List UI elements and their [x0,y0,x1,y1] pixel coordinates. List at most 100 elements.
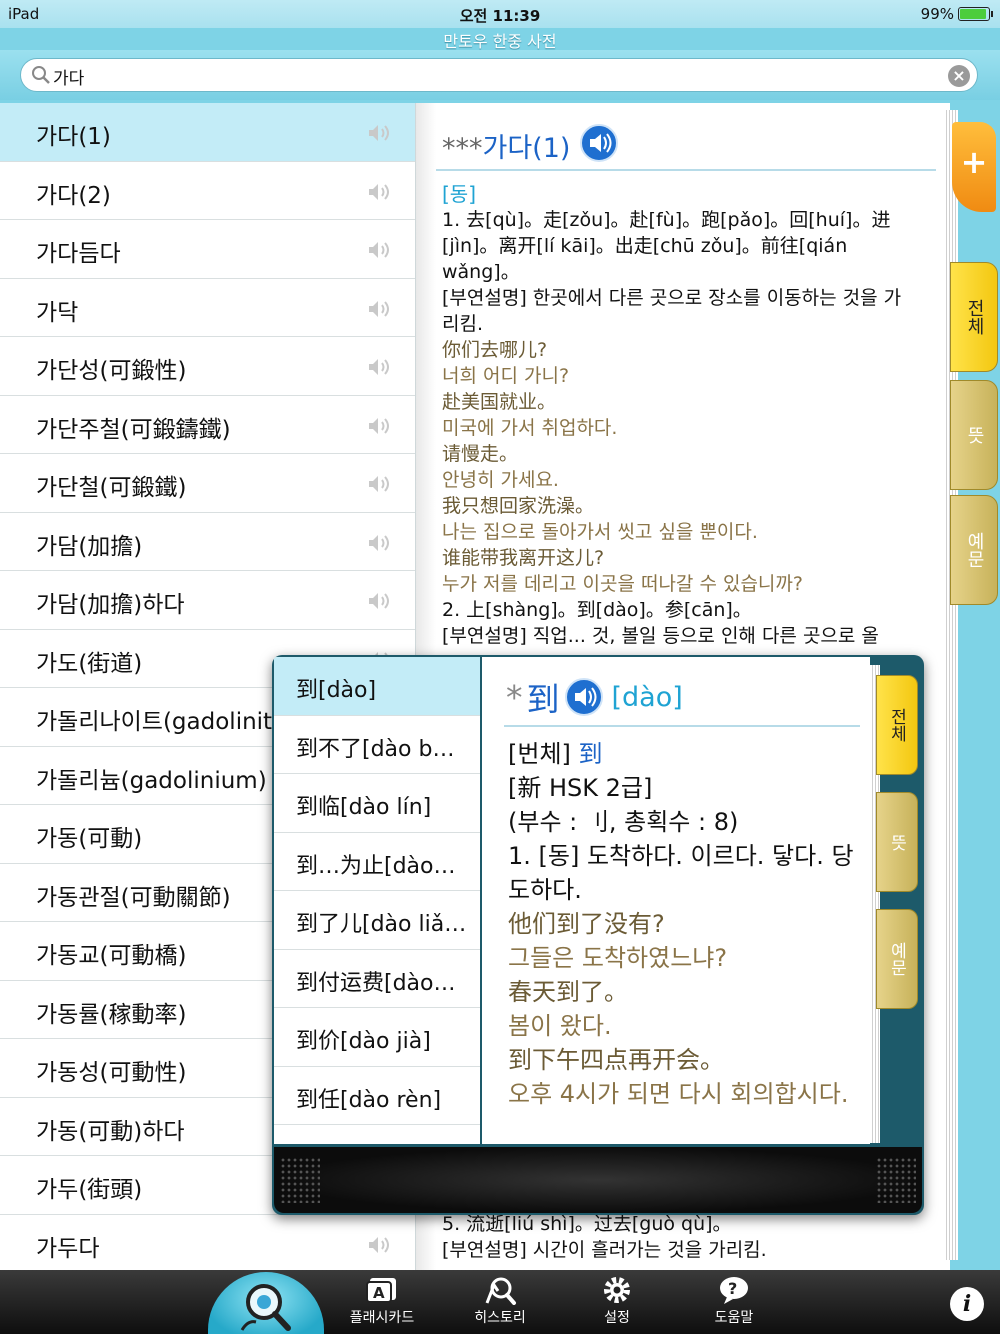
popup-word-label: 到任[dào rèn] [296,1087,442,1113]
word-list-item[interactable]: 가다(1) [0,103,415,162]
radical-info: (부수 : 刂, 총획수 : 8) [508,808,739,836]
usage-note-2: [부연설명] 직업... 것, 볼일 등으로 인해 다른 곳으로 올 [442,625,879,647]
word-list-item[interactable]: 가닥 [0,279,415,337]
popup-tab-all[interactable]: 전체 [876,675,918,775]
tab-search[interactable] [208,1272,324,1334]
speaker-icon[interactable] [367,357,393,377]
magnifier-icon [240,1284,291,1331]
word-label: 가담(加擔) [36,533,143,560]
word-list-item[interactable]: 가단철(可鍛鐵) [0,454,415,513]
svg-text:A: A [373,1284,385,1302]
definition-2: 2. 上[shàng]。到[dào]。参[cān]。 [442,599,752,621]
popup-list-item[interactable]: 到任[dào rèn] [274,1067,480,1125]
speaker-icon[interactable] [367,474,393,494]
example-list: 你们去哪儿? 너희 어디 가니? 赴美国就业。 미국에 가서 취업하다. 请慢走。 안녕히… [442,337,912,597]
word-label: 가단주철(可鍛鑄鐵) [36,416,231,443]
speaker-icon[interactable] [579,123,619,163]
definition-1: 1. 去[qù]。走[zǒu]。赴[fù]。跑[pǎo]。回[huí]。进[jì… [442,209,891,283]
popup-word-label: 到[dào] [296,678,377,703]
word-label: 가돌리나이트(gadolinite) [36,709,296,735]
popup-list-item[interactable]: 到付运费[dào… [274,950,480,1008]
speaker-grille [876,1157,916,1203]
history-icon [485,1277,516,1305]
speaker-icon[interactable] [367,1235,393,1255]
search-input[interactable] [53,63,933,89]
battery-percent: 99% [920,5,954,23]
word-label: 가두(街頭) [36,1177,143,1203]
popup-list-item[interactable]: 到[dào] [274,657,480,716]
popup-tab-meaning[interactable]: 뜻 [876,792,918,892]
word-list-item[interactable]: 가다(2) [0,162,415,220]
clear-search-icon[interactable]: × [948,65,970,87]
tab-history[interactable]: 히스토리 [455,1275,545,1327]
flashcard-icon: A [366,1278,396,1303]
hanzi-popup: 到[dào] 到不了[dào b… 到临[dào lín] 到…为止[dào… 到了儿[… [272,655,924,1215]
word-label: 가동성(可動性) [36,1060,187,1086]
help-icon: ? [720,1277,748,1304]
popup-word-label: 到了儿[dào liǎ… [296,912,467,937]
popup-word-label: 到不了[dào b… [296,736,455,762]
tab-settings[interactable]: 설정 [572,1275,662,1327]
traditional-form: [번체] 到 [508,740,603,768]
word-list-item[interactable]: 가담(加擔) [0,513,415,571]
speaker-icon[interactable] [564,677,604,717]
word-list-item[interactable]: 가다듬다 [0,220,415,279]
divider [436,169,936,171]
importance-stars: *** [442,133,483,164]
example-chinese: 你们去哪儿? [442,339,548,361]
word-label: 가다(2) [36,182,111,209]
word-label: 가단철(可鍛鐵) [36,475,187,501]
popup-word-label: 到…为止[dào… [296,853,456,879]
word-label: 가다듬다 [36,241,121,267]
word-label: 가도(街道) [36,650,143,677]
definition-5: 5. 流逝[liú shì]。过去[guò qù]。 [부연설명] 시간이 흘러… [442,1211,922,1263]
tab-all[interactable]: 전체 [950,262,998,372]
speaker-icon[interactable] [367,182,393,202]
word-label: 가두다 [36,1235,100,1262]
svg-text:?: ? [728,1279,737,1298]
example-chinese: 春天到了。 [508,978,628,1006]
word-label: 가돌리늄(gadolinium) [36,767,267,794]
word-label: 가동(可動)하다 [36,1118,185,1145]
entry-headword: ***가다(1) [442,123,619,165]
search-box[interactable]: × [20,58,978,92]
tab-flashcard[interactable]: A 플래시카드 [337,1275,427,1327]
info-icon[interactable]: i [950,1287,984,1321]
search-bar: × [0,50,1000,100]
search-icon [32,66,50,84]
popup-word-label: 到付运费[dào… [296,970,456,996]
speaker-icon[interactable] [367,299,393,319]
speaker-icon[interactable] [367,591,393,611]
word-list-item[interactable]: 가단성(可鍛性) [0,337,415,396]
speaker-icon[interactable] [367,123,393,143]
tab-help[interactable]: ? 도움말 [689,1275,779,1327]
popup-list-item[interactable]: 到价[dào jià] [274,1008,480,1067]
pinyin: [dào] [611,681,683,713]
battery-status: 99% [920,5,993,23]
speaker-icon[interactable] [367,416,393,436]
popup-toolbar [274,1147,922,1213]
example-korean: 오후 4시가 되면 다시 회의합시다. [508,1080,849,1108]
popup-tab-example[interactable]: 예문 [876,909,918,1009]
add-bookmark-button[interactable]: + [952,122,996,212]
word-label: 가동(可動) [36,826,143,852]
popup-word-label: 到临[dào lín] [296,795,432,820]
popup-word-list[interactable]: 到[dào] 到不了[dào b… 到临[dào lín] 到…为止[dào… 到了儿[… [274,657,480,1144]
word-list-item[interactable]: 가담(加擔)하다 [0,571,415,630]
speaker-icon[interactable] [367,533,393,553]
popup-list-item[interactable]: 到不了[dào b… [274,716,480,774]
popup-list-item[interactable]: 到临[dào lín] [274,774,480,833]
tab-meaning[interactable]: 뜻 [950,380,998,490]
tab-example[interactable]: 예문 [950,495,998,605]
word-list-item[interactable]: 가단주철(可鍛鑄鐵) [0,396,415,454]
example-chinese: 到下午四点再开会。 [508,1046,724,1074]
example-korean: 미국에 가서 취업하다. [442,417,618,439]
example-chinese: 我只想回家洗澡。 [442,495,595,517]
popup-list-item[interactable]: 到…为止[dào… [274,833,480,891]
divider [504,725,860,727]
usage-note: [부연설명] 한곳에서 다른 곳으로 장소를 이동하는 것을 가리킴. [442,287,902,335]
word-list-item[interactable]: 가두다 [0,1215,415,1271]
speaker-icon[interactable] [367,240,393,260]
popup-list-item[interactable]: 到了儿[dào liǎ… [274,891,480,950]
example-korean: 누가 저를 데리고 이곳을 떠나갈 수 있습니까? [442,573,803,595]
